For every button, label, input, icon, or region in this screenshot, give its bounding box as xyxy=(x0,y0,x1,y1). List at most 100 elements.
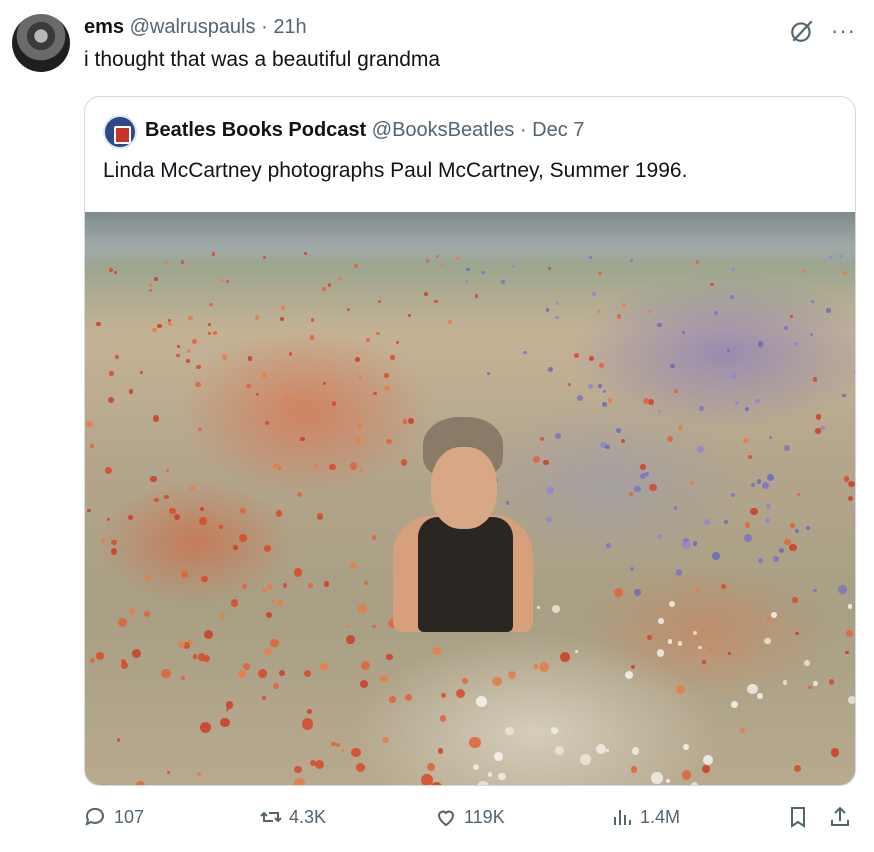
flower-dot xyxy=(349,562,357,569)
flower-dot xyxy=(341,749,345,753)
flower-dot xyxy=(739,727,745,733)
flower-dot xyxy=(432,647,441,656)
flower-dot xyxy=(264,647,272,656)
flower-dot xyxy=(630,665,635,670)
flower-dot xyxy=(656,649,665,657)
flower-dot xyxy=(691,782,699,785)
flower-dot xyxy=(181,676,185,680)
flower-dot xyxy=(842,393,847,398)
flower-dot xyxy=(225,279,229,283)
flower-dot xyxy=(812,588,817,593)
flower-dot xyxy=(830,747,840,757)
flower-dot xyxy=(304,669,311,677)
flower-dot xyxy=(677,641,682,646)
flower-dot xyxy=(551,605,560,613)
flower-dot xyxy=(354,356,360,363)
flower-dot xyxy=(647,310,651,314)
flower-dot xyxy=(276,599,283,606)
flower-dot xyxy=(744,522,751,529)
flower-dot xyxy=(738,653,742,657)
flower-dot xyxy=(702,765,711,774)
flower-dot xyxy=(743,438,749,444)
flower-dot xyxy=(117,617,128,628)
flower-dot xyxy=(838,585,848,594)
flower-dot xyxy=(682,331,686,335)
flower-dot xyxy=(315,759,325,769)
flower-dot xyxy=(176,353,180,358)
quoted-avatar[interactable] xyxy=(103,115,137,149)
more-icon[interactable]: ··· xyxy=(831,20,856,42)
top-right-icons: ··· xyxy=(789,18,856,44)
flower-dot xyxy=(847,604,852,609)
flower-dot xyxy=(384,373,389,378)
flower-dot xyxy=(152,415,160,422)
flower-dot xyxy=(139,370,143,374)
flower-dot xyxy=(266,611,273,618)
author-avatar[interactable] xyxy=(12,14,70,72)
flower-dot xyxy=(702,660,706,665)
flower-dot xyxy=(472,763,479,770)
flower-dot xyxy=(262,372,267,378)
flower-dot xyxy=(773,556,780,562)
flower-dot xyxy=(258,669,267,678)
quoted-photo[interactable] xyxy=(85,212,855,785)
flower-dot xyxy=(225,708,229,712)
author-display-name[interactable]: ems xyxy=(84,16,124,38)
flower-dot xyxy=(383,385,390,392)
flower-dot xyxy=(299,436,305,442)
flower-dot xyxy=(592,291,597,296)
flower-dot xyxy=(493,752,503,762)
flower-dot xyxy=(628,491,634,497)
views-button[interactable]: 1.4M xyxy=(610,805,680,829)
flower-dot xyxy=(456,688,466,698)
quoted-display-name[interactable]: Beatles Books Podcast xyxy=(145,119,366,141)
flower-dot xyxy=(319,662,329,672)
flower-dot xyxy=(846,630,854,638)
flower-dot xyxy=(353,264,358,268)
flower-dot xyxy=(233,545,239,551)
flower-dot xyxy=(713,311,718,316)
flower-dot xyxy=(465,279,469,283)
flower-dot xyxy=(826,308,831,313)
flower-dot xyxy=(86,420,93,428)
flower-dot xyxy=(630,567,635,572)
flower-dot xyxy=(154,277,159,282)
repost-button[interactable]: 4.3K xyxy=(259,805,326,829)
flower-dot xyxy=(241,583,248,590)
flower-dot xyxy=(845,651,849,655)
grok-icon[interactable] xyxy=(789,18,815,44)
author-handle[interactable]: @walruspauls xyxy=(130,16,256,38)
flower-dot xyxy=(297,491,303,498)
flower-dot xyxy=(547,366,554,372)
flower-dot xyxy=(280,305,286,310)
share-button[interactable] xyxy=(828,805,852,829)
flower-dot xyxy=(657,534,663,540)
reply-button[interactable]: 107 xyxy=(84,805,144,829)
flower-dot xyxy=(474,294,479,298)
flower-dot xyxy=(555,745,565,755)
flower-dot xyxy=(424,292,428,297)
flower-dot xyxy=(616,314,622,319)
flower-dot xyxy=(356,423,362,429)
flower-dot xyxy=(143,610,151,618)
tweet-time[interactable]: 21h xyxy=(273,16,306,38)
flower-dot xyxy=(767,474,774,481)
flower-dot xyxy=(115,355,119,359)
flower-dot xyxy=(707,647,712,652)
tweet-text: i thought that was a beautiful grandma xyxy=(84,48,441,71)
flower-dot xyxy=(376,331,380,336)
flower-dot xyxy=(199,517,207,526)
flower-dot xyxy=(477,780,489,785)
flower-dot xyxy=(813,681,819,687)
flower-dot xyxy=(192,339,198,345)
flower-dot xyxy=(770,611,777,618)
flower-dot xyxy=(355,437,362,443)
flower-dot xyxy=(280,317,284,321)
bookmark-button[interactable] xyxy=(786,805,810,829)
quoted-handle[interactable]: @BooksBeatles xyxy=(372,119,515,141)
quoted-date[interactable]: Dec 7 xyxy=(532,119,584,141)
flower-dot xyxy=(758,558,764,564)
like-button[interactable]: 119K xyxy=(434,805,505,829)
quoted-tweet[interactable]: Beatles Books Podcast @BooksBeatles · De… xyxy=(84,96,856,786)
flower-dot xyxy=(288,352,292,356)
